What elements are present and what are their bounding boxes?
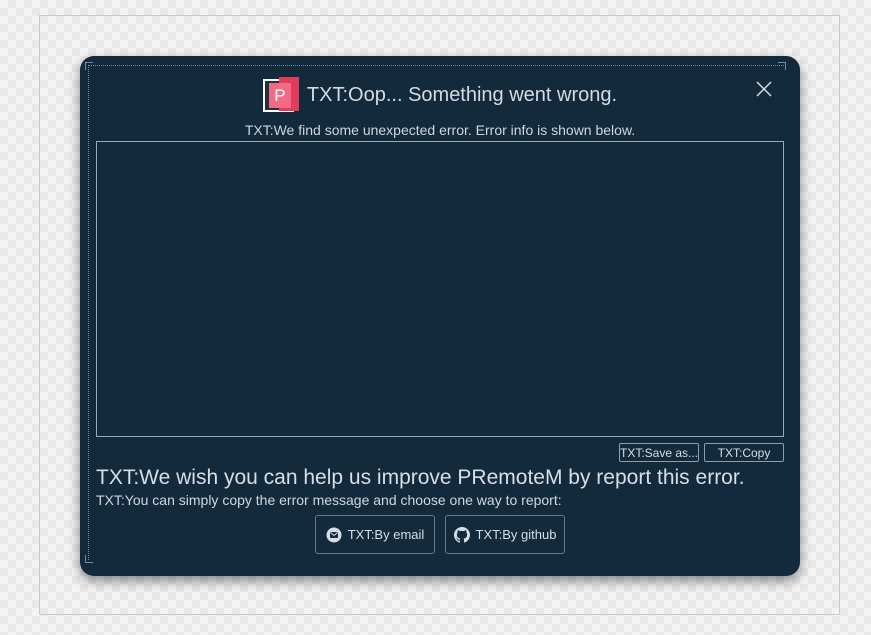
premotem-logo-icon: P xyxy=(262,77,299,113)
help-heading: TXT:We wish you can help us improve PRem… xyxy=(96,466,745,489)
close-icon[interactable] xyxy=(754,79,774,99)
github-button-label: TXT:By github xyxy=(475,527,557,542)
report-by-email-button[interactable]: TXT:By email xyxy=(315,515,435,554)
design-guide-left xyxy=(88,65,89,560)
report-by-github-button[interactable]: TXT:By github xyxy=(445,515,565,554)
email-button-label: TXT:By email xyxy=(347,527,425,542)
github-icon xyxy=(453,526,470,543)
design-corner-marker xyxy=(85,62,93,70)
save-as-button[interactable]: TXT:Save as... xyxy=(619,443,699,462)
title-row: P TXT:Oop... Something went wrong. xyxy=(80,77,800,113)
logo-letter: P xyxy=(268,83,291,108)
copy-button[interactable]: TXT:Copy xyxy=(704,443,784,462)
dialog-title: TXT:Oop... Something went wrong. xyxy=(306,83,618,106)
dialog-subtitle: TXT:We find some unexpected error. Error… xyxy=(244,122,636,138)
design-guide-top xyxy=(88,65,784,66)
design-corner-marker xyxy=(85,555,93,563)
help-subtext: TXT:You can simply copy the error messag… xyxy=(96,492,562,508)
error-info-textbox[interactable] xyxy=(96,141,784,437)
email-icon xyxy=(326,527,342,542)
error-dialog: P TXT:Oop... Something went wrong. TXT:W… xyxy=(80,56,800,576)
design-corner-marker xyxy=(778,62,786,70)
